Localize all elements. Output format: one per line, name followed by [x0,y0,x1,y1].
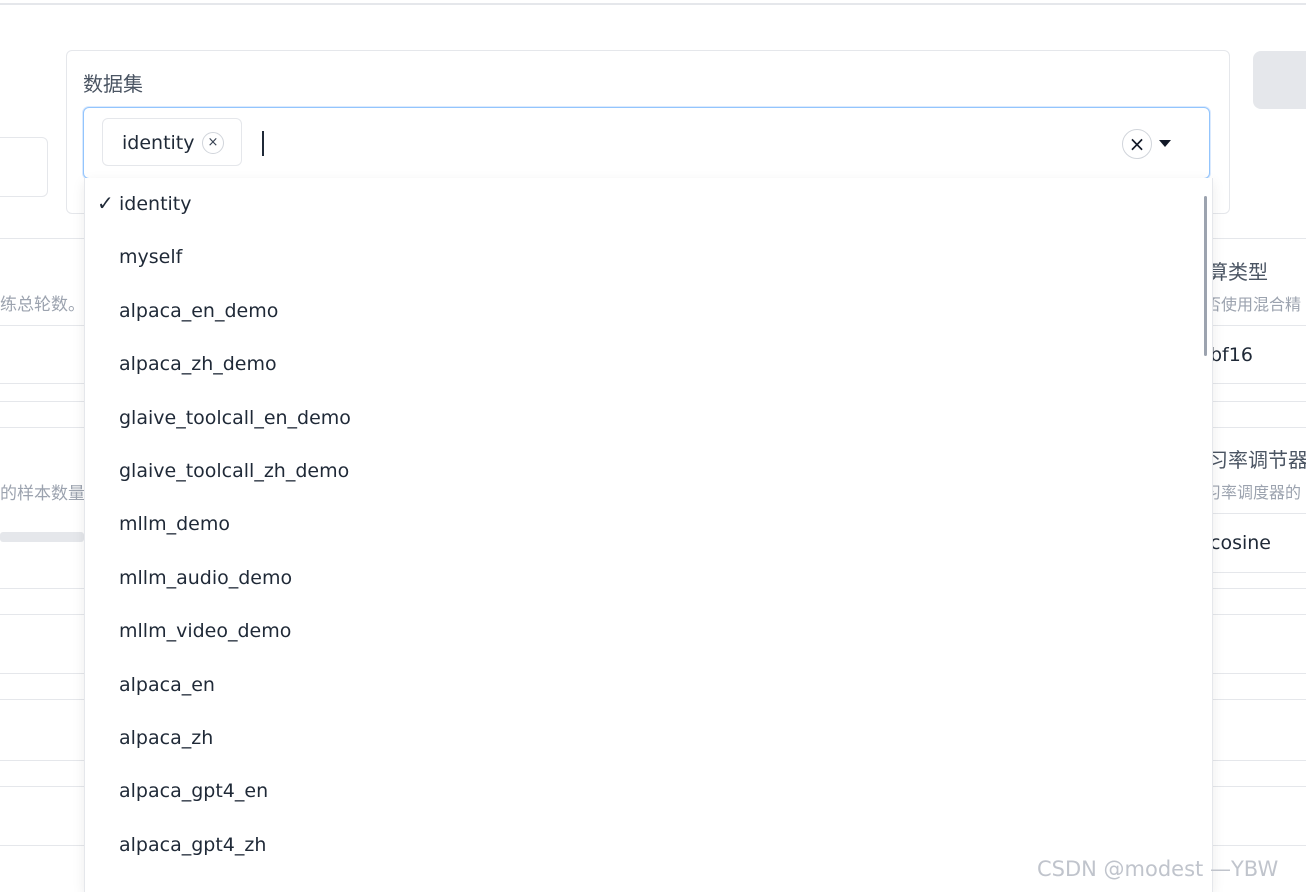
right-divider [1210,325,1306,326]
option-label: mllm_video_demo [119,620,292,642]
top-divider [0,3,1306,5]
option-label: mllm_demo [119,513,230,535]
option-label: alpaca_gpt4_en [119,780,269,802]
left-divider [0,673,84,674]
left-divider [0,238,84,239]
right-action-button[interactable] [1253,51,1306,109]
dataset-label: 数据集 [83,72,143,96]
right-divider [1210,699,1306,700]
left-slider[interactable] [0,532,84,542]
left-divider [0,786,84,787]
dataset-select[interactable] [83,107,1210,179]
right-divider [1210,513,1306,514]
option-label: alpaca_en_demo [119,300,279,322]
left-divider [0,699,84,700]
compute-type-info: 否使用混合精 [1205,295,1302,314]
right-divider [1210,673,1306,674]
right-divider [1210,427,1306,428]
right-divider [1210,614,1306,615]
option-glaive-toolcall-zh-demo[interactable]: glaive_toolcall_zh_demo [85,445,1195,498]
text-cursor [262,131,264,156]
left-divider [0,383,84,384]
left-input-field[interactable] [0,137,48,197]
right-divider [1210,238,1306,239]
option-label: mllm_audio_demo [119,567,293,589]
dropdown-scrollbar[interactable] [1204,196,1207,356]
left-divider [0,427,84,428]
option-label: alpaca_gpt4_zh [119,834,267,856]
option-mllm-video-demo[interactable]: mllm_video_demo [85,605,1195,658]
option-alpaca-en[interactable]: alpaca_en [85,659,1195,712]
right-divider [1210,401,1306,402]
dataset-options-list[interactable]: ✓ identity myself alpaca_en_demo alpaca_… [84,178,1213,892]
left-divider [0,614,84,615]
option-mllm-audio-demo[interactable]: mllm_audio_demo [85,552,1195,605]
left-divider [0,325,84,326]
option-alpaca-gpt4-zh[interactable]: alpaca_gpt4_zh [85,819,1195,872]
right-divider [1210,786,1306,787]
option-alpaca-en-demo[interactable]: alpaca_en_demo [85,285,1195,338]
option-label: alpaca_zh_demo [119,353,277,375]
compute-type-value[interactable]: bf16 [1210,344,1253,366]
right-divider [1210,845,1306,846]
option-label: myself [119,246,183,268]
left-divider [0,588,84,589]
checkmark-icon: ✓ [97,191,114,215]
right-divider [1210,572,1306,573]
lr-scheduler-label: 习率调节器 [1208,448,1306,472]
lr-scheduler-value[interactable]: cosine [1210,532,1271,554]
clear-all-icon[interactable]: × [1122,129,1152,159]
compute-type-label: 算类型 [1208,260,1268,284]
option-alpaca-gpt4-en[interactable]: alpaca_gpt4_en [85,765,1195,818]
option-mllm-demo[interactable]: mllm_demo [85,498,1195,551]
left-divider [0,760,84,761]
left-divider [0,401,84,402]
option-myself[interactable]: myself [85,231,1195,284]
left-divider [0,845,84,846]
lr-scheduler-info: 习率调度器的 [1205,483,1302,502]
epochs-info: 练总轮数。 [0,295,85,315]
option-label: identity [119,193,192,215]
option-alpaca-zh[interactable]: alpaca_zh [85,712,1195,765]
option-identity[interactable]: ✓ identity [85,178,1195,231]
watermark: CSDN @modest —YBW [1037,857,1279,881]
chevron-down-icon[interactable] [1159,140,1171,147]
option-label: alpaca_en [119,674,215,696]
option-label: alpaca_zh [119,727,214,749]
option-alpaca-zh-demo[interactable]: alpaca_zh_demo [85,338,1195,391]
samples-info: 的样本数量 [0,484,85,504]
option-label: glaive_toolcall_zh_demo [119,460,350,482]
remove-tag-icon[interactable]: × [202,132,224,154]
selected-tag: identity × [102,118,242,166]
right-divider [1210,383,1306,384]
selected-tag-label: identity [122,132,195,154]
right-divider [1210,588,1306,589]
option-label: glaive_toolcall_en_demo [119,407,351,429]
right-divider [1210,760,1306,761]
option-glaive-toolcall-en-demo[interactable]: glaive_toolcall_en_demo [85,392,1195,445]
